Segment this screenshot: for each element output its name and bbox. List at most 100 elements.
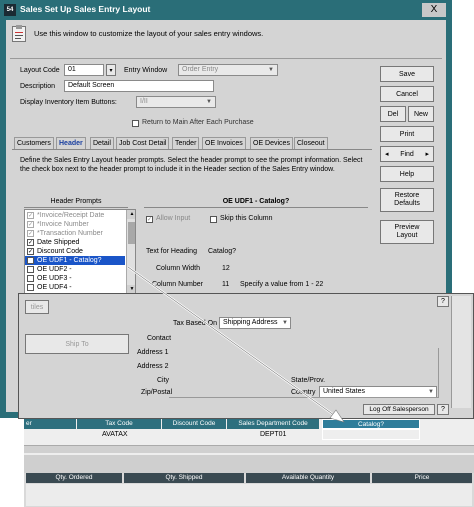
prompt-checkbox[interactable] (27, 266, 34, 273)
restore-defaults-button[interactable]: Restore Defaults (380, 188, 434, 212)
close-button[interactable]: X (422, 3, 446, 17)
tab-closeout[interactable]: Closeout (294, 137, 328, 149)
detail-panel-title: OE UDF1 - Catalog? (144, 198, 368, 208)
prompt-label: *Transaction Number (37, 230, 103, 237)
question-button-2[interactable]: ? (437, 404, 449, 415)
tab-instructions: Define the Sales Entry Layout header pro… (20, 157, 363, 173)
find-next-icon[interactable]: ▸ (425, 150, 429, 158)
skip-column-checkbox[interactable] (210, 216, 217, 223)
tiles-button[interactable]: tiles (25, 300, 49, 314)
ship-to-button[interactable]: Ship To (25, 334, 129, 354)
layout-code-field[interactable]: 01 (64, 64, 104, 76)
detail-grid-body[interactable] (26, 484, 472, 506)
city-label: City (157, 377, 170, 384)
list-scrollbar[interactable]: ▲ ▼ (126, 210, 135, 294)
return-main-label: Return to Main After Each Purchase (142, 119, 254, 126)
list-item[interactable]: ✓ Date Shipped (25, 238, 125, 247)
layout-code-lookup-icon[interactable]: ▾ (106, 64, 116, 76)
column-number-label: Column Number (152, 281, 203, 288)
window-title: Sales Set Up Sales Entry Layout (20, 4, 151, 14)
text-heading-value[interactable]: Catalog? (208, 248, 236, 255)
find-prev-icon[interactable]: ◂ (385, 150, 389, 158)
prompt-checkbox[interactable] (27, 275, 34, 282)
find-button-label: Find (400, 150, 414, 158)
title-bar[interactable]: 54 Sales Set Up Sales Entry Layout X (0, 0, 452, 20)
detail-grid: Qty. Ordered Qty. Shipped Available Quan… (24, 473, 474, 507)
list-item[interactable]: OE UDF2 - (25, 265, 125, 274)
header-grid: er Tax Code Discount Code Sales Departme… (24, 419, 474, 455)
address2-label: Address 2 (137, 363, 169, 370)
save-button[interactable]: Save (380, 66, 434, 82)
return-main-checkbox[interactable] (132, 120, 139, 127)
tax-based-on-label: Tax Based On (173, 320, 217, 327)
chevron-down-icon: ▼ (268, 67, 274, 73)
scroll-thumb[interactable] (128, 222, 135, 244)
range-hint: Specify a value from 1 - 22 (240, 281, 324, 288)
preview-scrollbar[interactable] (451, 296, 471, 408)
grid-cell[interactable]: AVATAX (102, 431, 128, 438)
prompt-checkbox[interactable]: ✓ (27, 212, 34, 219)
new-button[interactable]: New (408, 106, 434, 122)
find-button[interactable]: ◂ Find ▸ (380, 146, 434, 162)
grid-cell[interactable]: DEPT01 (260, 431, 286, 438)
display-inventory-value: I/II (140, 98, 148, 105)
chevron-down-icon: ▼ (282, 320, 288, 326)
list-item[interactable]: ✓ *Invoice Number (25, 220, 125, 229)
tab-oe-devices[interactable]: OE Devices (250, 137, 293, 149)
detail-header-cell: Available Quantity (246, 473, 370, 483)
prompt-checkbox[interactable]: ✓ (27, 239, 34, 246)
list-item[interactable]: ✓ *Transaction Number (25, 229, 125, 238)
prompt-checkbox[interactable]: ✓ (27, 257, 34, 264)
list-item[interactable]: ✓ OE UDF1 - Catalog? (25, 256, 125, 265)
grid-header-cell: Catalog? (322, 419, 420, 429)
entry-window-label: Entry Window (124, 67, 168, 74)
tab-tender[interactable]: Tender (172, 137, 200, 149)
allow-input-checkbox[interactable]: ✓ (146, 216, 153, 223)
logoff-salesperson-button[interactable]: Log Off Salesperson (363, 404, 435, 415)
list-item[interactable]: OE UDF3 - (25, 274, 125, 283)
prompt-checkbox[interactable]: ✓ (27, 221, 34, 228)
prompt-label: OE UDF3 - (37, 275, 72, 282)
description-label: Description (20, 83, 56, 90)
preview-layout-button[interactable]: Preview Layout (380, 220, 434, 244)
column-width-value[interactable]: 12 (222, 265, 230, 272)
prompt-label: *Invoice/Receipt Date (37, 212, 105, 219)
question-button[interactable]: ? (437, 296, 449, 307)
scroll-up-icon[interactable]: ▲ (127, 210, 135, 219)
help-button[interactable]: Help (380, 166, 434, 182)
detail-header-cell: Qty. Ordered (26, 473, 122, 483)
layout-code-label: Layout Code (20, 67, 60, 74)
prompt-checkbox[interactable] (27, 284, 34, 291)
header-grid-scrollbar[interactable] (24, 445, 474, 453)
intro-text: Use this window to customize the layout … (34, 29, 264, 38)
tab-oe-invoices[interactable]: OE Invoices (202, 137, 246, 149)
list-item[interactable]: ✓ Discount Code (25, 247, 125, 256)
tab-divider (12, 149, 372, 150)
tab-detail[interactable]: Detail (90, 137, 114, 149)
contact-label: Contact (147, 335, 172, 342)
display-inventory-select[interactable]: I/II ▼ (136, 96, 216, 108)
list-item[interactable]: ✓ *Invoice/Receipt Date (25, 211, 125, 220)
tab-job-cost-detail[interactable]: Job Cost Detail (116, 137, 170, 149)
column-number-value[interactable]: 11 (222, 281, 229, 288)
catalog-cell-highlight[interactable] (322, 429, 420, 440)
delete-button[interactable]: Del (380, 106, 406, 122)
description-field[interactable]: Default Screen (64, 80, 214, 92)
tax-based-on-select[interactable]: Shipping Address ▼ (219, 317, 291, 329)
prompt-checkbox[interactable]: ✓ (27, 248, 34, 255)
address1-label: Address 1 (137, 349, 169, 356)
skip-column-label: Skip this Column (220, 215, 273, 222)
prompt-label: OE UDF4 - (37, 284, 72, 291)
header-prompts-list: ✓ *Invoice/Receipt Date ✓ *Invoice Number ✓ *… (24, 209, 136, 295)
chevron-down-icon: ▼ (206, 99, 212, 105)
tab-customers[interactable]: Customers (14, 137, 54, 149)
prompt-checkbox[interactable]: ✓ (27, 230, 34, 237)
tab-header[interactable]: Header (56, 137, 86, 149)
print-button[interactable]: Print (380, 126, 434, 142)
entry-window-select[interactable]: Order Entry ▼ (178, 64, 278, 76)
list-item[interactable]: OE UDF4 - (25, 283, 125, 292)
intro-divider (10, 58, 442, 59)
cancel-button[interactable]: Cancel (380, 86, 434, 102)
prompt-label: OE UDF2 - (37, 266, 72, 273)
column-width-label: Column Width (156, 265, 200, 272)
